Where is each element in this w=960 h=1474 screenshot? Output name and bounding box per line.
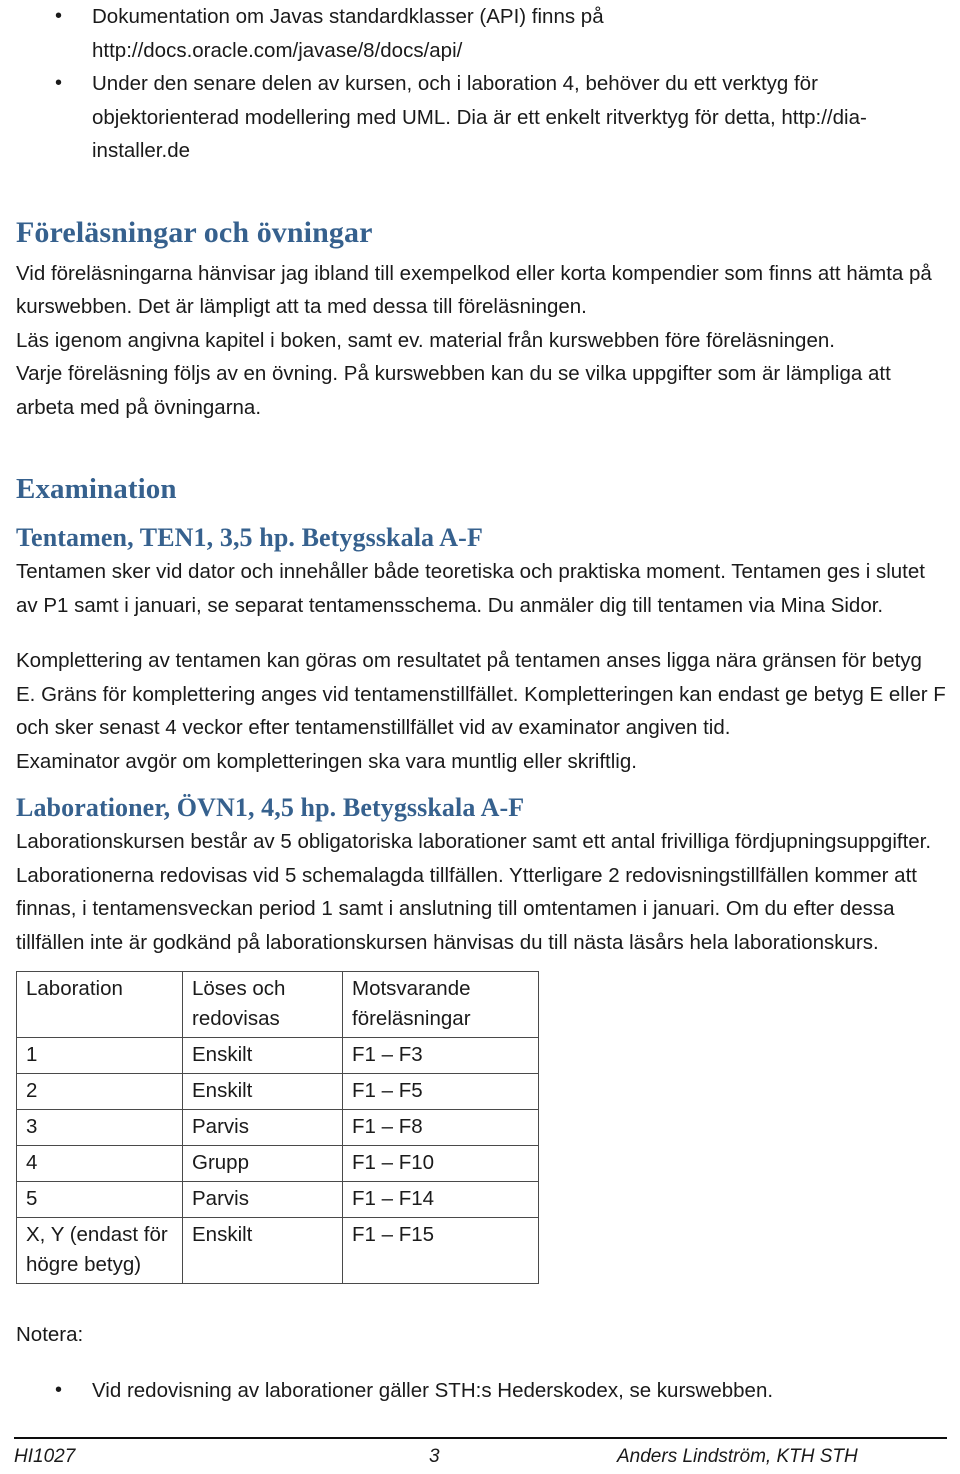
- labs-paragraph-1: Laborationskursen består av 5 obligatori…: [16, 830, 932, 853]
- table-cell-lectures: F1 – F10: [342, 1145, 539, 1182]
- table-cell-laboration: 5: [16, 1181, 183, 1218]
- table-row: 3 Parvis F1 – F8: [16, 1109, 539, 1146]
- table-cell-form: Parvis: [182, 1109, 343, 1146]
- notes-label: Notera:: [16, 1323, 84, 1346]
- laboration-table: Laboration Löses och redovisas Motsvaran…: [16, 971, 539, 1284]
- exam-paragraph-1: Tentamen sker vid dator och innehåller b…: [16, 560, 925, 617]
- table-header-row: Laboration Löses och redovisas Motsvaran…: [16, 971, 539, 1038]
- subsection-heading-exam: Tentamen, TEN1, 3,5 hp. Betygsskala A-F: [16, 523, 483, 552]
- notes-bullet-list: Vid redovisning av laborationer gäller S…: [16, 1374, 946, 1408]
- table-cell-lectures: F1 – F8: [342, 1109, 539, 1146]
- table-cell-laboration: X, Y (endast för högre betyg): [16, 1217, 183, 1284]
- footer-divider: [14, 1437, 947, 1439]
- exam-paragraph-2: Komplettering av tentamen kan göras om r…: [16, 649, 946, 739]
- subsection-heading-labs: Laborationer, ÖVN1, 4,5 hp. Betygsskala …: [16, 793, 525, 822]
- table-cell-lectures: F1 – F5: [342, 1073, 539, 1110]
- table-cell-laboration: 4: [16, 1145, 183, 1182]
- table-cell-form: Grupp: [182, 1145, 343, 1182]
- table-row: 5 Parvis F1 – F14: [16, 1181, 539, 1218]
- table-cell-lectures: F1 – F3: [342, 1037, 539, 1074]
- table-cell-lectures: F1 – F15: [342, 1217, 539, 1284]
- table-cell-form: Parvis: [182, 1181, 343, 1218]
- footer-page-number: 3: [429, 1446, 440, 1467]
- footer-author: Anders Lindström, KTH STH: [617, 1446, 858, 1467]
- labs-paragraph-2: Laborationerna redovisas vid 5 schemalag…: [16, 863, 917, 954]
- table-row: 1 Enskilt F1 – F3: [16, 1037, 539, 1074]
- table-header-cell-laboration: Laboration: [16, 971, 183, 1038]
- table-row: X, Y (endast för högre betyg) Enskilt F1…: [16, 1217, 539, 1284]
- table-cell-laboration: 2: [16, 1073, 183, 1110]
- document-page: Dokumentation om Javas standardklasser (…: [0, 0, 960, 1474]
- lectures-paragraph-3: Varje föreläsning följs av en övning. På…: [16, 362, 891, 419]
- table-row: 4 Grupp F1 – F10: [16, 1145, 539, 1182]
- table-cell-lectures: F1 – F14: [342, 1181, 539, 1218]
- intro-bullet-list: Dokumentation om Javas standardklasser (…: [16, 0, 946, 168]
- table-cell-laboration: 3: [16, 1109, 183, 1146]
- section-heading-examination: Examination: [16, 473, 177, 505]
- table-row: 2 Enskilt F1 – F5: [16, 1073, 539, 1110]
- table-cell-form: Enskilt: [182, 1073, 343, 1110]
- list-item: Under den senare delen av kursen, och i …: [16, 67, 946, 168]
- list-item: Vid redovisning av laborationer gäller S…: [16, 1374, 946, 1408]
- lectures-paragraph-1: Vid föreläsningarna hänvisar jag ibland …: [16, 261, 932, 319]
- table-header-cell-loses-redovisas: Löses och redovisas: [182, 971, 343, 1038]
- table-header-cell-motsvarande-forelasningar: Motsvarande föreläsningar: [342, 971, 539, 1038]
- table-cell-form: Enskilt: [182, 1037, 343, 1074]
- exam-paragraph-3: Examinator avgör om kompletteringen ska …: [16, 749, 637, 773]
- table-cell-laboration: 1: [16, 1037, 183, 1074]
- page-footer: HI1027 3 Anders Lindström, KTH STH: [14, 1446, 947, 1468]
- section-heading-lectures: Föreläsningar och övningar: [16, 215, 373, 249]
- lectures-paragraph-2: Läs igenom angivna kapitel i boken, samt…: [16, 328, 835, 352]
- footer-course-code: HI1027: [14, 1446, 76, 1467]
- table-cell-form: Enskilt: [182, 1217, 343, 1284]
- list-item: Dokumentation om Javas standardklasser (…: [16, 0, 946, 67]
